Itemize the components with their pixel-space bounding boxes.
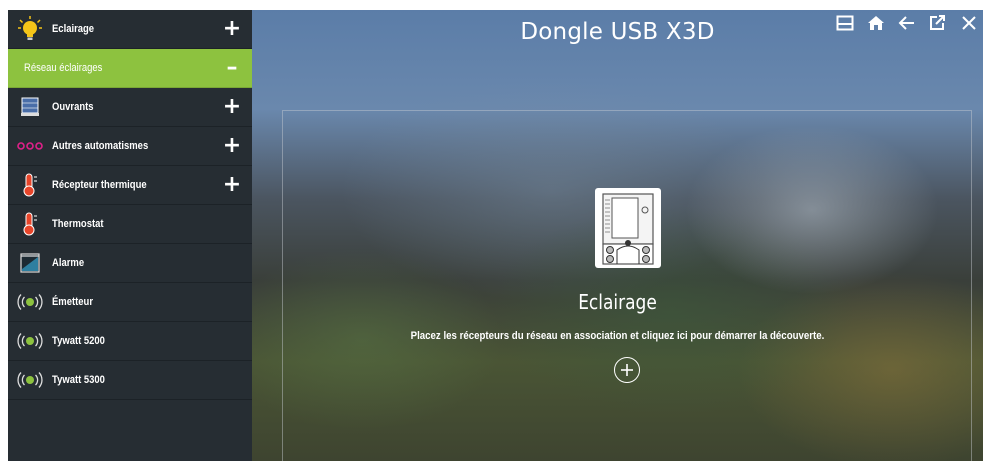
transmitter-icon [8,283,52,322]
sidebar-item-label: Émetteur [52,296,94,308]
plus-circle-icon [621,364,633,376]
lighting-receiver-icon [595,188,661,268]
sidebar-item-recepteur-thermique[interactable]: Récepteur thermique + [8,166,252,205]
sidebar-item-eclairage[interactable]: Eclairage + [8,10,252,49]
expand-icon[interactable]: + [222,96,242,118]
sidebar-item-label: Tywatt 5300 [52,374,105,386]
dots-icon [8,127,52,166]
start-discovery-button[interactable] [614,357,640,383]
sidebar-item-label: Autres automatismes [52,140,149,152]
sidebar-item-label: Réseau éclairages [24,62,103,74]
expand-icon[interactable]: + [222,174,242,196]
shutter-icon [8,88,52,127]
print-icon[interactable] [831,11,859,35]
sidebar-item-label: Alarme [52,257,85,269]
sidebar-item-ouvrants[interactable]: Ouvrants + [8,88,252,127]
collapse-icon[interactable]: – [222,57,242,79]
sidebar-item-thermostat[interactable]: Thermostat [8,205,252,244]
sidebar: Eclairage + Réseau éclairages – Ouvrants… [8,10,252,461]
sidebar-item-label: Récepteur thermique [52,179,147,191]
discovery-panel [282,110,972,461]
device-name: Eclairage [578,290,657,314]
main-area: Dongle USB X3D Eclairage Placez les réce… [252,10,983,461]
sidebar-item-autres-automatismes[interactable]: Autres automatismes + [8,127,252,166]
lightbulb-icon [8,10,52,49]
sidebar-item-alarme[interactable]: Alarme [8,244,252,283]
toolbar [828,10,983,36]
sidebar-item-label: Tywatt 5200 [52,335,105,347]
sidebar-item-label: Eclairage [52,23,95,35]
alarm-icon [8,244,52,283]
thermometer-icon [8,205,52,244]
sidebar-item-label: Thermostat [52,218,104,230]
sidebar-item-label: Ouvrants [52,101,94,113]
discovery-instruction[interactable]: Placez les récepteurs du réseau en assoc… [296,330,939,342]
external-link-icon[interactable] [924,11,952,35]
close-icon[interactable] [955,11,983,35]
expand-icon[interactable]: + [222,135,242,157]
transmitter-icon [8,361,52,400]
thermometer-icon [8,166,52,205]
transmitter-icon [8,322,52,361]
sidebar-item-emetteur[interactable]: Émetteur [8,283,252,322]
sidebar-item-tywatt-5300[interactable]: Tywatt 5300 [8,361,252,400]
sidebar-item-reseau-eclairages[interactable]: Réseau éclairages – [8,49,252,88]
sidebar-item-tywatt-5200[interactable]: Tywatt 5200 [8,322,252,361]
back-arrow-icon[interactable] [893,11,921,35]
expand-icon[interactable]: + [222,18,242,40]
home-icon[interactable] [862,11,890,35]
